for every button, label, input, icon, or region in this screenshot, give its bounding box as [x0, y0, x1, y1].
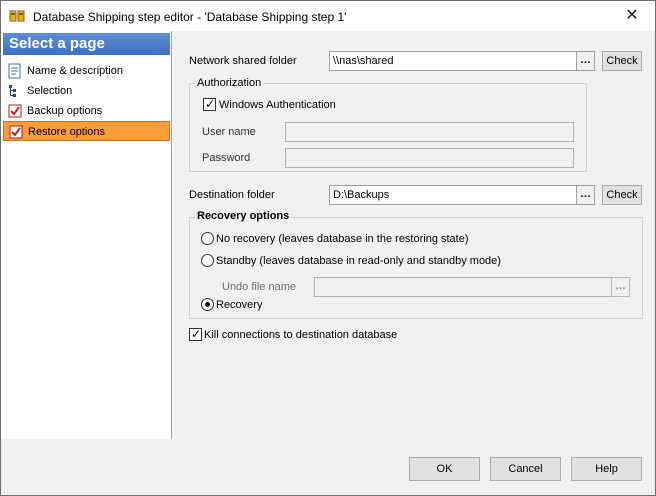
windows-authentication-checkbox[interactable]: ✓: [203, 97, 216, 111]
network-folder-input[interactable]: \\nas\shared: [329, 51, 577, 71]
tree-list-icon: [9, 85, 16, 97]
destination-folder-input[interactable]: D:\Backups: [329, 185, 577, 205]
recovery-label: Recovery: [216, 299, 263, 311]
sidebar-item-name-description[interactable]: Name & description: [3, 61, 170, 81]
authorization-group-title: Authorization: [195, 77, 264, 89]
checklist-icon: [8, 104, 22, 118]
undo-file-name-input[interactable]: [314, 277, 612, 297]
undo-file-browse-button[interactable]: …: [611, 277, 630, 297]
sidebar-item-label: Restore options: [28, 126, 106, 138]
document-icon: [8, 63, 21, 79]
dialog-footer: OK Cancel Help: [1, 439, 655, 495]
restore-options-panel: Network shared folder \\nas\shared … Che…: [173, 31, 655, 439]
checklist-icon: [9, 125, 23, 139]
windows-authentication-label: Windows Authentication: [219, 99, 336, 111]
destination-folder-browse-button[interactable]: …: [576, 185, 595, 205]
page-sidebar: Select a page Name & description Selecti…: [1, 31, 172, 439]
dialog-window: Database Shipping step editor - 'Databas…: [0, 0, 656, 496]
checkmark-icon: ✓: [205, 97, 216, 111]
network-folder-label: Network shared folder: [189, 55, 297, 67]
standby-label: Standby (leaves database in read-only an…: [216, 255, 501, 267]
cancel-button[interactable]: Cancel: [490, 457, 561, 481]
sidebar-item-label: Backup options: [27, 105, 103, 117]
undo-file-name-label: Undo file name: [222, 281, 296, 293]
close-button[interactable]: ✕: [609, 1, 655, 31]
standby-radio[interactable]: [201, 254, 214, 267]
recovery-radio[interactable]: [201, 298, 214, 311]
checkmark-icon: ✓: [191, 327, 202, 341]
sidebar-item-backup-options[interactable]: Backup options: [3, 101, 170, 121]
password-label: Password: [202, 152, 251, 164]
no-recovery-radio[interactable]: [201, 232, 214, 245]
database-shipping-icon: [9, 10, 25, 22]
username-input[interactable]: [285, 122, 574, 142]
username-label: User name: [202, 126, 256, 138]
sidebar-item-label: Selection: [27, 85, 73, 97]
radio-selected-dot: [205, 302, 210, 307]
window-title: Database Shipping step editor - 'Databas…: [33, 10, 347, 24]
sidebar-item-label: Name & description: [27, 65, 123, 77]
title-bar: Database Shipping step editor - 'Databas…: [1, 1, 655, 31]
help-button[interactable]: Help: [571, 457, 642, 481]
no-recovery-label: No recovery (leaves database in the rest…: [216, 233, 469, 245]
recovery-options-title: Recovery options: [195, 210, 292, 222]
password-input[interactable]: [285, 148, 574, 168]
sidebar-header: Select a page: [3, 33, 170, 55]
kill-connections-label: Kill connections to destination database: [204, 329, 398, 341]
destination-folder-label: Destination folder: [189, 189, 275, 201]
sidebar-item-selection[interactable]: Selection: [3, 81, 170, 101]
network-folder-browse-button[interactable]: …: [576, 51, 595, 71]
destination-folder-check-button[interactable]: Check: [602, 185, 642, 205]
ok-button[interactable]: OK: [409, 457, 480, 481]
kill-connections-checkbox[interactable]: ✓: [189, 327, 202, 341]
network-folder-check-button[interactable]: Check: [602, 51, 642, 71]
sidebar-item-restore-options[interactable]: Restore options: [3, 121, 170, 141]
